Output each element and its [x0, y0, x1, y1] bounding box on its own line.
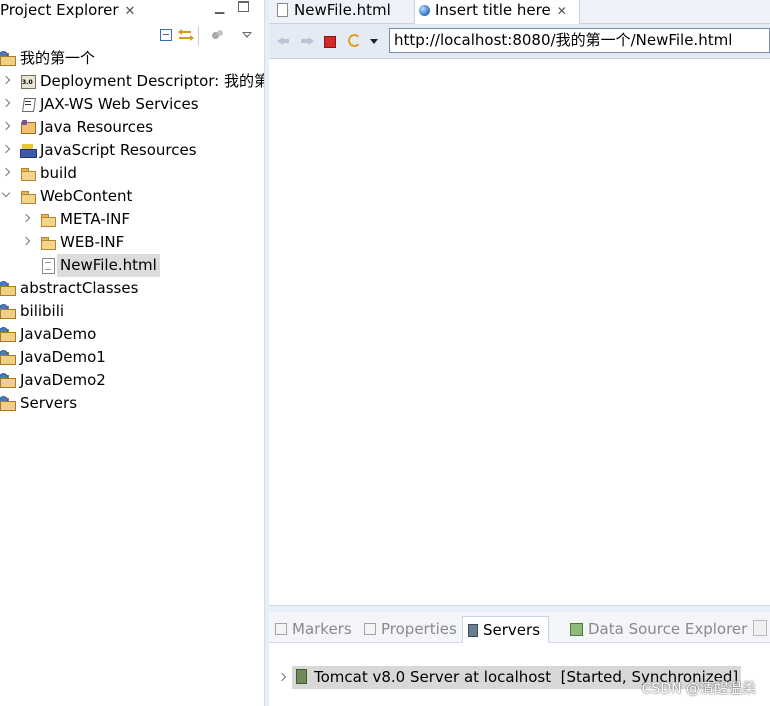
project-error-icon: × [0, 350, 16, 365]
minimize-icon[interactable]: ▁ [215, 1, 224, 13]
tab-servers[interactable]: Servers [462, 616, 550, 643]
tree-item-meta-inf[interactable]: META-INF [0, 208, 264, 231]
overflow-tab-icon[interactable] [753, 620, 767, 636]
tree-item-label: bilibili [20, 302, 65, 320]
tree-item-label: build [40, 164, 77, 182]
tree-item-javascript-resources[interactable]: JavaScript Resources [0, 139, 264, 162]
tree-item-java-resources[interactable]: Java Resources [0, 116, 264, 139]
tree-item-label: JavaDemo2 [20, 371, 106, 389]
project-error-icon: × [0, 373, 16, 388]
tree-item-project[interactable]: bilibili [0, 300, 264, 323]
tree-item-label: Deployment Descriptor: 我的第 [40, 72, 269, 90]
project-explorer-view: Project Explorer✕ ▁ 我的第一个 Deployme [0, 0, 269, 706]
html-file-icon [277, 3, 288, 17]
folder-icon [20, 166, 36, 181]
view-menu-icon[interactable] [241, 28, 257, 44]
tree-item-label: 我的第一个 [20, 49, 96, 67]
browser-editor [269, 0, 770, 605]
tree-item-jaxws[interactable]: JAX-WS Web Services [0, 93, 264, 116]
jaxws-icon [20, 97, 36, 112]
tree-item-label: abstractClasses [20, 279, 139, 297]
tree-item-deployment-descriptor[interactable]: Deployment Descriptor: 我的第 [0, 70, 269, 93]
tree-item-label: JavaScript Resources [40, 141, 197, 159]
toolbar-separator [198, 26, 199, 46]
tree-item-project[interactable]: 我的第一个 [0, 47, 264, 70]
html-file-icon [40, 258, 56, 274]
chevron-right-icon[interactable] [3, 169, 11, 177]
collapse-all-icon[interactable] [158, 28, 174, 44]
tree-item-label: Servers [20, 394, 78, 412]
folder-open-icon [20, 189, 36, 204]
project-icon [0, 51, 16, 66]
filter-icon[interactable] [210, 28, 226, 44]
globe-icon [419, 5, 430, 16]
maximize-icon[interactable] [238, 1, 249, 12]
project-icon [0, 396, 16, 411]
tab-label: Insert title here [435, 1, 551, 19]
tree-item-label: WEB-INF [60, 233, 125, 251]
tab-label: Servers [483, 621, 541, 639]
tab-properties[interactable]: Properties [362, 616, 457, 642]
markers-icon [275, 623, 287, 635]
tree-item-label: JavaDemo [20, 325, 97, 343]
refresh-icon[interactable] [348, 34, 361, 47]
chevron-right-icon[interactable] [3, 123, 11, 131]
tree-item-project[interactable]: × JavaDemo2 [0, 369, 264, 392]
bottom-tab-bar: Markers Properties Servers Data Source E… [269, 612, 770, 643]
tree-item-project[interactable]: JavaDemo [0, 323, 264, 346]
tab-label: NewFile.html [294, 1, 391, 19]
folder-icon [40, 235, 56, 250]
tab-insert-title-here[interactable]: Insert title here ✕ [414, 0, 580, 24]
stop-icon[interactable] [324, 36, 336, 48]
tree-item-label: Java Resources [40, 118, 154, 136]
watermark: CSDN @清醒温柔 [641, 681, 756, 697]
project-icon [0, 281, 16, 296]
tab-data-source-explorer[interactable]: Data Source Explorer [568, 616, 747, 642]
tree-item-label: JAX-WS Web Services [40, 95, 199, 113]
tab-label: Properties [381, 620, 457, 638]
chevron-down-icon[interactable] [370, 39, 378, 44]
forward-icon[interactable] [300, 35, 314, 47]
data-source-icon [570, 623, 583, 636]
tree-item-newfile-html[interactable]: NewFile.html [0, 254, 264, 277]
tree-item-build[interactable]: build [0, 162, 264, 185]
chevron-right-icon[interactable] [3, 77, 11, 85]
properties-icon [364, 623, 376, 635]
project-explorer-title: Project Explorer [0, 1, 119, 19]
tree-item-label: META-INF [60, 210, 131, 228]
tree-item-project[interactable]: abstractClasses [0, 277, 264, 300]
javascript-resources-icon [20, 143, 37, 158]
link-with-editor-icon[interactable] [178, 28, 194, 44]
tree-item-project[interactable]: Servers [0, 392, 264, 415]
deployment-descriptor-icon [20, 74, 36, 89]
chevron-right-icon[interactable] [23, 215, 31, 223]
folder-icon [40, 212, 56, 227]
tree-item-web-inf[interactable]: WEB-INF [0, 231, 264, 254]
tab-label: Markers [292, 620, 352, 638]
tree-item-label: JavaDemo1 [20, 348, 106, 366]
tree-item-label: NewFile.html [57, 254, 160, 277]
tree-item-project[interactable]: × JavaDemo1 [0, 346, 264, 369]
chevron-right-icon[interactable] [279, 674, 287, 682]
tree-item-label: WebContent [40, 187, 133, 205]
project-icon [0, 304, 16, 319]
java-resources-icon [20, 120, 36, 135]
chevron-right-icon[interactable] [3, 100, 11, 108]
editor-tab-bar: NewFile.html Insert title here ✕ [269, 0, 770, 24]
tab-label: Data Source Explorer [588, 620, 748, 638]
tree-item-webcontent[interactable]: WebContent [0, 185, 264, 208]
tab-markers[interactable]: Markers [273, 616, 352, 642]
tomcat-icon [296, 669, 307, 684]
close-icon[interactable]: ✕ [557, 4, 567, 18]
project-icon [0, 327, 16, 342]
tab-newfile-html[interactable]: NewFile.html [273, 0, 415, 23]
servers-icon [468, 624, 478, 637]
chevron-right-icon[interactable] [3, 146, 11, 154]
project-explorer-tab[interactable]: Project Explorer ✕ [0, 0, 135, 22]
chevron-down-icon[interactable] [3, 192, 11, 200]
chevron-right-icon[interactable] [23, 238, 31, 246]
close-icon[interactable]: ✕ [125, 4, 136, 19]
url-input[interactable]: http://localhost:8080/我的第一个/NewFile.html [389, 28, 770, 53]
back-icon[interactable] [277, 35, 291, 47]
